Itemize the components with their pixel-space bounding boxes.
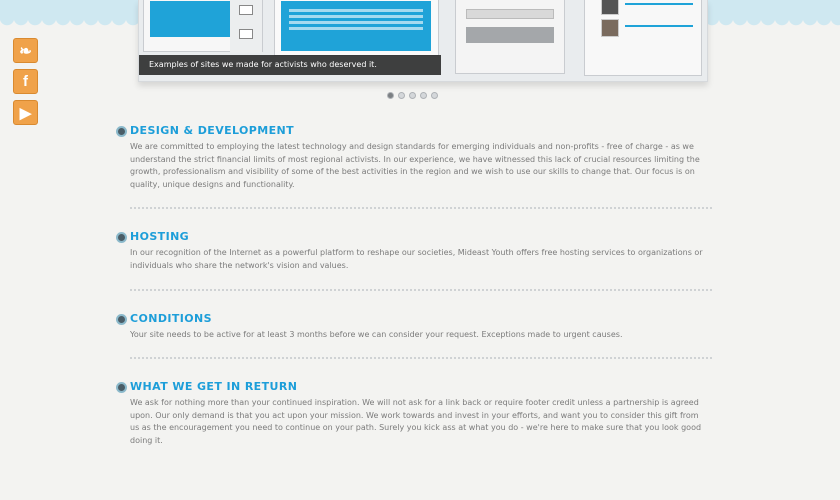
- divider: [130, 207, 712, 210]
- section-text: We are committed to employing the latest…: [130, 142, 700, 189]
- avatar: [601, 0, 619, 15]
- slide-thumbnail: [455, 0, 565, 74]
- main-content: DESIGN & DEVELOPMENT We are committed to…: [116, 124, 716, 448]
- social-links: ❧ f ▶: [13, 38, 38, 125]
- slider-dot[interactable]: [398, 92, 405, 99]
- section-text: In our recognition of the Internet as a …: [130, 248, 703, 270]
- facebook-icon[interactable]: f: [13, 69, 38, 94]
- section-heading: DESIGN & DEVELOPMENT: [130, 124, 295, 137]
- showcase-slider[interactable]: Examples of sites we made for activists …: [138, 0, 708, 82]
- slider-pagination: [387, 92, 438, 99]
- section-text: Your site needs to be active for at leas…: [130, 329, 623, 339]
- twitter-icon[interactable]: ❧: [13, 38, 38, 63]
- bullet-icon: [116, 126, 127, 137]
- slide-thumbnail: [143, 0, 263, 53]
- bullet-icon: [116, 313, 127, 325]
- slide-thumbnail: [274, 0, 439, 56]
- section-heading: HOSTING: [130, 230, 190, 244]
- top-scallop-left: [0, 0, 140, 27]
- youtube-icon[interactable]: ▶: [13, 100, 38, 125]
- slide-thumbnail: [584, 0, 702, 76]
- bullet-icon: [116, 382, 127, 394]
- divider: [130, 288, 712, 291]
- slider-dot[interactable]: [409, 92, 416, 99]
- slider-dot[interactable]: [420, 92, 427, 99]
- section-heading: WHAT WE GET IN RETURN: [130, 380, 298, 394]
- section-conditions: CONDITIONS Your site needs to be active …: [116, 312, 716, 342]
- slider-dot[interactable]: [431, 92, 438, 99]
- section-design-development: DESIGN & DEVELOPMENT We are committed to…: [116, 124, 716, 191]
- section-hosting: HOSTING In our recognition of the Intern…: [116, 230, 716, 272]
- top-scallop-right: [705, 0, 840, 27]
- slider-dot[interactable]: [387, 92, 394, 99]
- section-text: We ask for nothing more than your contin…: [130, 398, 702, 445]
- avatar: [601, 19, 619, 37]
- section-what-we-get: WHAT WE GET IN RETURN We ask for nothing…: [116, 380, 716, 447]
- bullet-icon: [116, 232, 127, 244]
- section-heading: CONDITIONS: [130, 311, 212, 325]
- divider: [130, 357, 712, 360]
- slider-caption: Examples of sites we made for activists …: [139, 55, 441, 75]
